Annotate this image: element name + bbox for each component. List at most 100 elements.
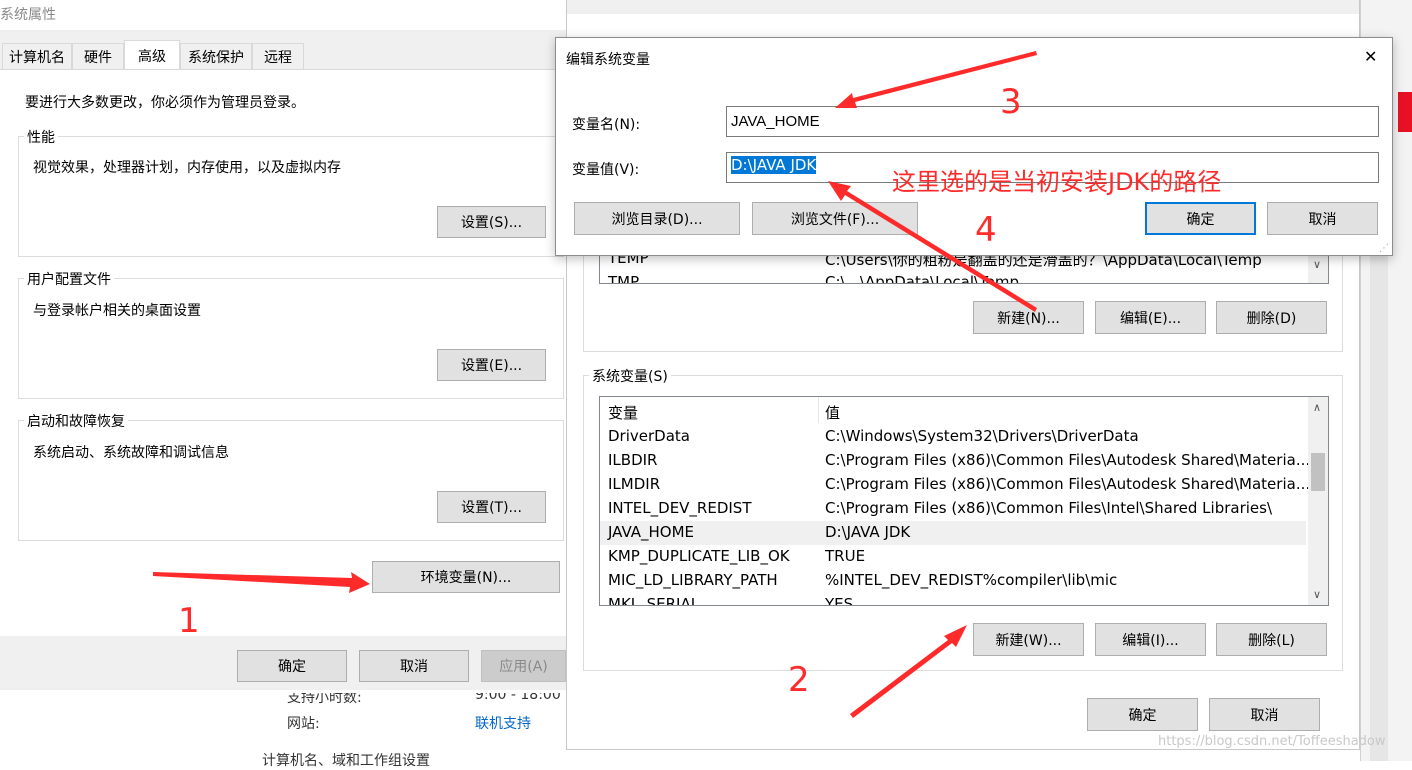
computer-name-settings-header: 计算机名、域和工作组设置: [262, 753, 430, 769]
tab-hardware[interactable]: 硬件: [72, 43, 124, 69]
user-new-button[interactable]: 新建(N)...: [973, 301, 1084, 334]
online-support-link[interactable]: 联机支持: [475, 713, 531, 733]
col-header-variable[interactable]: 变量: [608, 402, 638, 423]
system-variables-list[interactable]: 变量 值 DriverData C:\Windows\System32\Drive…: [599, 396, 1329, 606]
user-delete-button[interactable]: 删除(D): [1216, 301, 1327, 334]
chevron-down-icon[interactable]: ∨: [1313, 588, 1321, 601]
sys-var-name: ILMDIR: [608, 475, 661, 493]
user-var-name: TMP: [608, 273, 640, 284]
edit-variable-dialog: 编辑系统变量 ✕ 变量名(N): 变量值(V): D:\JAVA JDK 浏览目…: [555, 37, 1393, 256]
startup-settings-button[interactable]: 设置(T)...: [437, 491, 546, 523]
sys-var-value: C:\Windows\System32\Drivers\DriverData: [825, 427, 1139, 445]
variable-value-label: 变量值(V):: [572, 162, 640, 178]
sys-var-value: %INTEL_DEV_REDIST%compiler\lib\mic: [825, 571, 1118, 589]
tab-label: 系统保护: [188, 49, 244, 66]
table-row[interactable]: TMP C:\...\AppData\Local\Temp: [600, 271, 1328, 284]
system-delete-button[interactable]: 删除(L): [1216, 623, 1327, 656]
watermark: https://blog.csdn.net/Toffeeshadow: [1158, 734, 1386, 749]
edit-dialog-ok-button[interactable]: 确定: [1145, 202, 1256, 235]
red-side-tab: [1398, 92, 1412, 132]
system-variables-legend: 系统变量(S): [589, 366, 671, 386]
system-rows: DriverData C:\Windows\System32\Drivers\Dr…: [600, 425, 1310, 606]
user-edit-button[interactable]: 编辑(E)...: [1095, 301, 1206, 334]
table-row[interactable]: MIC_LD_LIBRARY_PATH %INTEL_DEV_REDIST%com…: [600, 569, 1306, 593]
table-row[interactable]: MKL_SERIAL YES: [600, 593, 1306, 606]
variable-value-text: D:\JAVA JDK: [731, 156, 817, 174]
sysprops-ok-button[interactable]: 确定: [237, 650, 347, 682]
tab-remote[interactable]: 远程: [252, 43, 304, 69]
performance-legend: 性能: [24, 127, 58, 147]
annotation-number-2: 2: [788, 660, 810, 700]
annotation-number-4: 4: [975, 210, 997, 250]
sys-var-name: JAVA_HOME: [608, 523, 695, 541]
startup-recovery-desc: 系统启动、系统故障和调试信息: [33, 445, 229, 461]
sys-var-value: TRUE: [825, 547, 866, 565]
resize-grip-icon[interactable]: ⋰: [1379, 243, 1389, 254]
sys-var-value: C:\Program Files (x86)\Common Files\Inte…: [825, 499, 1273, 517]
envdlg-titlebar: [567, 0, 1359, 14]
sys-var-name: INTEL_DEV_REDIST: [608, 499, 752, 517]
sys-var-value: C:\Program Files (x86)\Common Files\Auto…: [825, 475, 1311, 493]
sys-var-name: DriverData: [608, 427, 690, 445]
startup-recovery-legend: 启动和故障恢复: [24, 411, 128, 431]
edit-dialog-cancel-button[interactable]: 取消: [1267, 202, 1378, 235]
sys-var-name: MKL_SERIAL: [608, 595, 700, 606]
table-row-selected[interactable]: JAVA_HOME D:\JAVA JDK: [600, 521, 1306, 545]
edit-dialog-title: 编辑系统变量: [566, 52, 650, 68]
variable-name-label: 变量名(N):: [572, 117, 641, 133]
system-list-scrollbar[interactable]: ∧ ∨: [1308, 397, 1328, 605]
browse-directory-button[interactable]: 浏览目录(D)...: [574, 202, 740, 235]
table-row[interactable]: ILBDIR C:\Program Files (x86)\Common File…: [600, 449, 1310, 473]
table-row[interactable]: KMP_DUPLICATE_LIB_OK TRUE: [600, 545, 1306, 569]
sys-var-name: MIC_LD_LIBRARY_PATH: [608, 571, 778, 589]
performance-settings-button[interactable]: 设置(S)...: [437, 206, 546, 238]
annotation-number-3: 3: [1000, 82, 1022, 122]
tab-advanced[interactable]: 高级: [124, 40, 180, 70]
tab-label: 高级: [138, 48, 166, 65]
sysprops-cancel-button[interactable]: 取消: [359, 650, 469, 682]
sys-var-value: D:\JAVA JDK: [825, 523, 911, 541]
variable-name-input[interactable]: [726, 106, 1379, 137]
side-scrollbar[interactable]: [1370, 250, 1388, 761]
tab-label: 远程: [264, 49, 292, 66]
table-row[interactable]: DriverData C:\Windows\System32\Drivers\Dr…: [600, 425, 1306, 449]
support-hours-label: 支持小时数:: [287, 690, 362, 706]
envdlg-ok-button[interactable]: 确定: [1087, 698, 1198, 731]
environment-variables-button[interactable]: 环境变量(N)...: [372, 561, 560, 593]
sys-var-name: ILBDIR: [608, 451, 658, 469]
sysprops-titlebar: 系统属性: [0, 0, 566, 28]
envdlg-cancel-button[interactable]: 取消: [1209, 698, 1320, 731]
sys-var-value: YES: [825, 595, 854, 606]
table-row[interactable]: ILMDIR C:\Program Files (x86)\Common File…: [600, 473, 1310, 497]
tab-system-protection[interactable]: 系统保护: [180, 43, 252, 69]
system-edit-button[interactable]: 编辑(I)...: [1095, 623, 1206, 656]
tab-computer-name[interactable]: 计算机名: [2, 43, 72, 69]
col-header-value[interactable]: 值: [825, 402, 840, 423]
admin-note: 要进行大多数更改，你必须作为管理员登录。: [25, 95, 305, 111]
performance-desc: 视觉效果，处理器计划，内存使用，以及虚拟内存: [33, 160, 341, 176]
sysprops-title: 系统属性: [0, 7, 56, 23]
sys-var-name: KMP_DUPLICATE_LIB_OK: [608, 547, 790, 565]
scroll-thumb[interactable]: [1311, 453, 1325, 491]
table-header: 变量 值: [600, 400, 1328, 424]
performance-group: [18, 136, 564, 257]
close-icon[interactable]: ✕: [1364, 47, 1377, 66]
tab-panel-border: [0, 69, 566, 70]
table-row[interactable]: INTEL_DEV_REDIST C:\Program Files (x86)\C…: [600, 497, 1306, 521]
annotation-number-1: 1: [178, 601, 200, 641]
chevron-down-icon[interactable]: ∨: [1313, 258, 1321, 271]
sys-var-value: C:\Program Files (x86)\Common Files\Auto…: [825, 451, 1311, 469]
user-profile-desc: 与登录帐户相关的桌面设置: [33, 303, 201, 319]
annotation-note: 这里选的是当初安装JDK的路径: [892, 168, 1222, 196]
browse-file-button[interactable]: 浏览文件(F)...: [752, 202, 918, 235]
chevron-up-icon[interactable]: ∧: [1313, 401, 1321, 414]
user-profile-settings-button[interactable]: 设置(E)...: [437, 349, 546, 381]
user-profile-legend: 用户配置文件: [24, 269, 114, 289]
column-divider[interactable]: [818, 397, 819, 423]
website-label: 网站:: [287, 716, 320, 732]
sysprops-apply-button[interactable]: 应用(A): [481, 650, 566, 682]
user-var-value: C:\...\AppData\Local\Temp: [825, 273, 1020, 284]
system-properties-window: 系统属性 计算机名 硬件 高级 系统保护 远程 要进行大多数更改，你必须作为管理…: [0, 0, 566, 690]
tab-label: 计算机名: [9, 49, 65, 66]
system-new-button[interactable]: 新建(W)...: [973, 623, 1084, 656]
